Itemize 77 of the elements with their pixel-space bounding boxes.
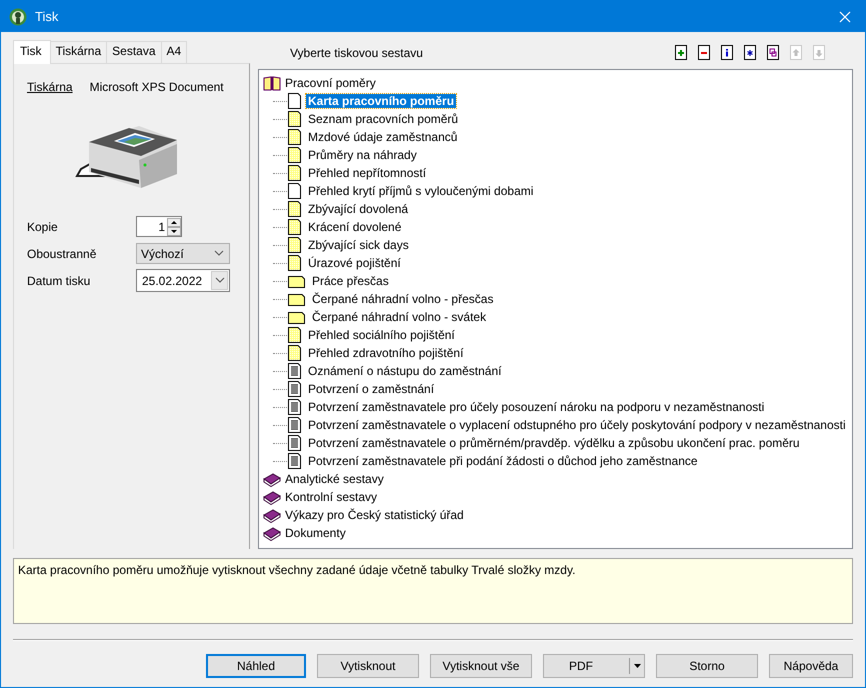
dropdown-arrow-icon[interactable] (634, 664, 641, 668)
date-field[interactable]: 25.02.2022 (136, 269, 230, 292)
printer-name: Microsoft XPS Document (90, 80, 224, 94)
button[interactable]: Vytisknout (317, 654, 419, 678)
report-page-icon (288, 273, 305, 289)
report-page-icon (288, 399, 301, 415)
report-page-icon (288, 111, 301, 127)
report-page-icon (288, 219, 301, 235)
tree-item[interactable]: Oznámení o nástupu do zaměstnání (306, 364, 504, 378)
field-label: Kopie (27, 220, 59, 234)
remove-icon[interactable] (698, 45, 710, 60)
button[interactable]: Náhled (206, 654, 306, 678)
printer-link[interactable]: Tiskárna (27, 80, 73, 94)
tree-item[interactable]: Karta pracovního poměru (306, 94, 456, 108)
copy-icon[interactable] (767, 45, 779, 60)
tree-item[interactable]: Úrazové pojištění (306, 256, 403, 270)
tree-group[interactable]: Analytické sestavy (285, 472, 384, 486)
report-page-icon (288, 165, 301, 181)
split-button[interactable]: PDF (543, 654, 645, 678)
tree-group[interactable]: Výkazy pro Český statistický úřad (285, 508, 464, 522)
field-label: Oboustranně (27, 246, 98, 260)
tree-item[interactable]: Přehled zdravotního pojištění (306, 346, 466, 360)
tree-item[interactable]: Potvrzení zaměstnavatele o vyplacení odstupného pro účely poskytování podpory v nezaměstnanosti (306, 418, 848, 432)
report-page-icon (288, 129, 301, 145)
report-page-icon (288, 237, 301, 253)
report-page-icon (288, 183, 301, 199)
tree-item[interactable]: Čerpané náhradní volno - svátek (310, 310, 488, 324)
button[interactable]: Storno (656, 654, 758, 678)
add-icon[interactable] (675, 45, 687, 60)
chevron-down-icon (212, 250, 226, 257)
field-label: Datum tisku (27, 274, 92, 288)
tree-item[interactable]: Přehled nepřítomností (306, 166, 428, 180)
report-page-icon (288, 327, 301, 343)
report-page-icon (288, 363, 301, 379)
asterisk-icon[interactable] (744, 45, 756, 60)
tree-item[interactable]: Zbývající sick days (306, 238, 411, 252)
tree-item[interactable]: Zbývající dovolená (306, 202, 410, 216)
tree-item[interactable]: Potvrzení zaměstnavatele o průměrném/pravděp. výdělku a způsobu ukončení prac. poměru (306, 436, 802, 450)
report-page-icon (288, 255, 301, 271)
button[interactable]: Vytisknout vše (430, 654, 532, 678)
info-icon[interactable] (721, 45, 733, 60)
report-page-icon (288, 291, 305, 307)
chevron-down-icon[interactable] (212, 277, 226, 284)
tree-item[interactable]: Potvrzení zaměstnavatele při podání žádosti o důchod jeho zaměstnance (306, 454, 700, 468)
section-title: Vyberte tiskovou sestavu (290, 46, 423, 60)
close-icon[interactable] (839, 10, 851, 22)
tree-item[interactable]: Průměry na náhrady (306, 148, 419, 162)
report-page-icon (288, 309, 305, 325)
tree-item[interactable]: Přehled krytí příjmů s vyloučenými dobami (306, 184, 536, 198)
report-page-icon (288, 435, 301, 451)
tab[interactable]: A4 (160, 41, 188, 63)
tree-item[interactable]: Přehled sociálního pojištění (306, 328, 457, 342)
window-title: Tisk (35, 9, 60, 24)
tree-item[interactable]: Seznam pracovních poměrů (306, 112, 460, 126)
tree-item[interactable]: Čerpané náhradní volno - přesčas (310, 292, 496, 306)
description-text: Karta pracovního poměru umožňuje vytisknout všechny zadané údaje včetně tabulky Trvalé složky mzdy. (18, 563, 576, 577)
report-page-icon (288, 417, 301, 433)
report-page-icon (288, 201, 301, 217)
report-page-icon (288, 93, 301, 109)
tree-item[interactable]: Mzdové údaje zaměstnanců (306, 130, 460, 144)
tab[interactable]: Tisk (13, 40, 51, 64)
spin-arrows-icon[interactable] (167, 218, 181, 236)
report-page-icon (288, 345, 301, 361)
report-page-icon (288, 381, 301, 397)
button[interactable]: Nápověda (769, 654, 853, 678)
tree-item[interactable]: Potvrzení zaměstnavatele pro účely posouzení nároku na podporu v nezaměstnanosti (306, 400, 766, 414)
report-page-icon (288, 147, 301, 163)
report-page-icon (288, 453, 301, 469)
tree-item[interactable]: Práce přesčas (310, 274, 391, 288)
tree-group[interactable]: Kontrolní sestavy (285, 490, 378, 504)
copies-spinner[interactable]: 1 (136, 216, 182, 237)
duplex-dropdown[interactable]: Výchozí (136, 243, 230, 264)
tree-group[interactable]: Pracovní poměry (285, 76, 376, 90)
tree-item[interactable]: Krácení dovolené (306, 220, 404, 234)
tree-group[interactable]: Dokumenty (285, 526, 346, 540)
app-icon (9, 8, 27, 26)
tree-item[interactable]: Potvrzení o zaměstnání (306, 382, 436, 396)
